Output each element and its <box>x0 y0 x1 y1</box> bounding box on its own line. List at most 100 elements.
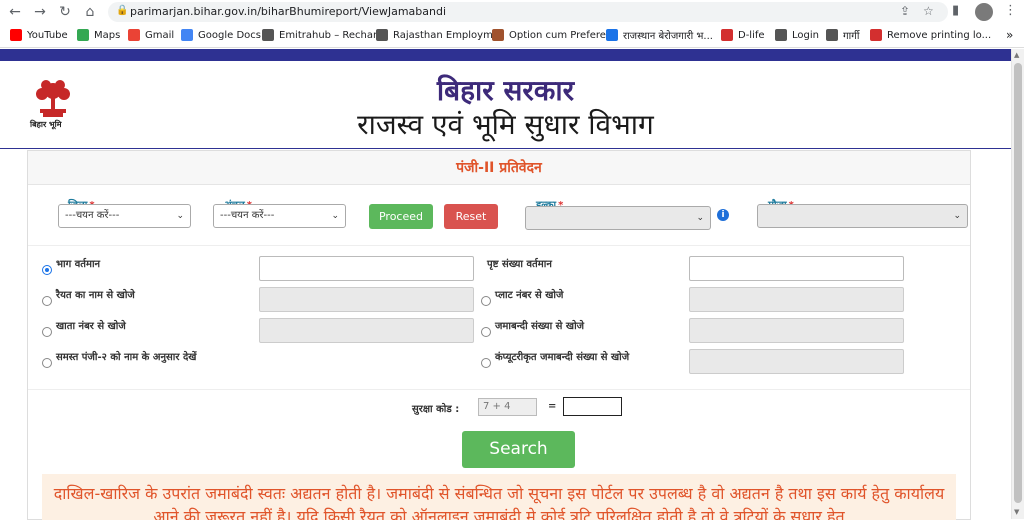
khata-label: खाता नंबर से खोजे <box>56 321 126 332</box>
youtube-icon <box>10 29 22 41</box>
prishth-label: पृष्ट संख्या वर्तमान <box>487 259 552 270</box>
site-header: बिहार भूमि बिहार सरकार राजस्व एवं भूमि स… <box>0 61 1011 149</box>
dlife-icon <box>721 29 733 41</box>
halka-select[interactable]: ⌄ <box>525 206 711 230</box>
docs-icon <box>181 29 193 41</box>
scrollbar[interactable]: ▲ ▼ <box>1011 49 1024 519</box>
plot-input[interactable] <box>689 287 904 312</box>
diamond-icon <box>775 29 787 41</box>
url-text[interactable]: parimarjan.bihar.gov.in/biharBhumireport… <box>130 5 446 18</box>
gmail-icon <box>128 29 140 41</box>
captcha-label: सुरक्षा कोड : <box>412 404 460 415</box>
radio-jamabandi[interactable] <box>481 327 491 337</box>
address-bar[interactable]: 🔒 parimarjan.bihar.gov.in/biharBhumirepo… <box>108 2 948 22</box>
bookmark-label: Remove printing lo... <box>887 29 992 41</box>
raiyat-input[interactable] <box>259 287 474 312</box>
scroll-down-icon[interactable]: ▼ <box>1014 508 1019 516</box>
computer-input[interactable] <box>689 349 904 374</box>
jamabandi-label: जमाबन्दी संख्या से खोजे <box>495 321 585 332</box>
bookmark-item[interactable]: राजस्थान बेरोजगारी भ... <box>606 27 713 43</box>
bookmark-item[interactable]: Login <box>775 27 819 43</box>
district-select[interactable]: ---चयन करें--- ⌄ <box>58 204 191 228</box>
bookmark-item[interactable]: Gmail <box>128 27 174 43</box>
radio-samast[interactable] <box>42 358 52 368</box>
govt-title: बिहार सरकार <box>436 74 575 107</box>
reload-icon[interactable]: ↻ <box>56 3 74 21</box>
divider <box>28 389 970 390</box>
proceed-button[interactable]: Proceed <box>369 204 433 229</box>
bookmark-item[interactable]: Google Docs <box>181 27 261 43</box>
profile-avatar[interactable] <box>975 3 993 21</box>
forward-icon[interactable]: → <box>31 3 49 21</box>
pdf-icon <box>870 29 882 41</box>
chevron-down-icon: ⌄ <box>953 211 961 221</box>
divider <box>28 245 970 246</box>
report-panel: पंजी-II प्रतिवेदन जिला* ---चयन करें---⌄ … <box>27 150 971 520</box>
bookmark-label: Maps <box>94 29 121 41</box>
bookmark-item[interactable]: YouTube <box>10 27 68 43</box>
radio-khata[interactable] <box>42 327 52 337</box>
bookmark-label: Emitrahub – Rechar... <box>279 29 386 41</box>
mauza-select[interactable]: ⌄ <box>757 204 968 228</box>
bookmark-label: गार्गी <box>843 31 860 42</box>
bookmark-item[interactable]: D-life <box>721 27 765 43</box>
bookmark-item[interactable]: गार्गी <box>826 27 859 43</box>
samast-label: समस्त पंजी-२ को नाम के अनुसार देखें <box>56 352 197 363</box>
bookmark-label: Gmail <box>145 29 175 41</box>
globe-icon <box>262 29 274 41</box>
plot-label: प्लाट नंबर से खोजे <box>495 290 564 301</box>
bookmark-item[interactable]: Maps <box>77 27 120 43</box>
scroll-up-icon[interactable]: ▲ <box>1014 51 1019 59</box>
bookmark-label: D-life <box>738 29 765 41</box>
captcha-question: 7 + 4 <box>478 398 537 416</box>
share-icon[interactable]: ⇪ <box>900 4 910 18</box>
reset-button[interactable]: Reset <box>444 204 498 229</box>
browser-chrome: ← → ↻ ⌂ 🔒 parimarjan.bihar.gov.in/biharB… <box>0 0 1024 48</box>
bookmark-label: Rajasthan Employm... <box>393 29 503 41</box>
captcha-equals: = <box>548 401 557 412</box>
more-bookmarks-icon[interactable]: » <box>1006 27 1013 43</box>
department-title: राजस्व एवं भूमि सुधार विभाग <box>357 108 654 141</box>
chevron-down-icon: ⌄ <box>331 211 339 221</box>
panel-title: पंजी-II प्रतिवेदन <box>28 151 970 185</box>
bhag-label: भाग वर्तमान <box>56 259 101 270</box>
emblem-icon <box>492 29 504 41</box>
menu-icon[interactable]: ⋮ <box>1004 3 1017 18</box>
notice-text: दाखिल-खारिज के उपरांत जमाबंदी स्वतः अद्य… <box>42 474 956 520</box>
search-button[interactable]: Search <box>462 431 575 468</box>
captcha-input[interactable] <box>563 397 622 416</box>
bookmark-star-icon[interactable]: ☆ <box>923 4 934 18</box>
computer-label: कंप्यूटरीकृत जमाबन्दी संख्या से खोजे <box>495 352 630 363</box>
chevron-down-icon: ⌄ <box>176 211 184 221</box>
circle-select[interactable]: ---चयन करें--- ⌄ <box>213 204 346 228</box>
bookmark-item[interactable]: Rajasthan Employm... <box>376 27 502 43</box>
bookmark-item[interactable]: Remove printing lo... <box>870 27 991 43</box>
radio-plot[interactable] <box>481 296 491 306</box>
scrollbar-thumb[interactable] <box>1014 63 1022 503</box>
site-top-bar <box>0 49 1011 61</box>
khata-input[interactable] <box>259 318 474 343</box>
globe-icon <box>376 29 388 41</box>
bookmark-label: Option cum Prefere... <box>509 29 616 41</box>
back-icon[interactable]: ← <box>6 3 24 21</box>
bookmark-item[interactable]: Option cum Prefere... <box>492 27 615 43</box>
chevron-down-icon: ⌄ <box>696 213 704 223</box>
bookmark-label: Google Docs <box>198 29 261 41</box>
radio-raiyat[interactable] <box>42 296 52 306</box>
jamabandi-input[interactable] <box>689 318 904 343</box>
prishth-input[interactable] <box>689 256 904 281</box>
lock-icon: 🔒 <box>116 5 129 16</box>
maps-icon <box>77 29 89 41</box>
info-icon[interactable]: i <box>717 209 729 221</box>
radio-computer[interactable] <box>481 358 491 368</box>
radio-bhag[interactable] <box>42 265 52 275</box>
pin-icon <box>606 29 618 41</box>
bookmark-label: राजस्थान बेरोजगारी भ... <box>623 31 713 42</box>
bookmark-label: YouTube <box>27 29 68 41</box>
home-icon[interactable]: ⌂ <box>81 3 99 21</box>
globe-icon <box>826 29 838 41</box>
bookmark-label: Login <box>792 29 819 41</box>
bhag-input[interactable] <box>259 256 474 281</box>
sidebar-icon[interactable]: ▮ <box>952 3 959 18</box>
bookmark-item[interactable]: Emitrahub – Rechar... <box>262 27 386 43</box>
